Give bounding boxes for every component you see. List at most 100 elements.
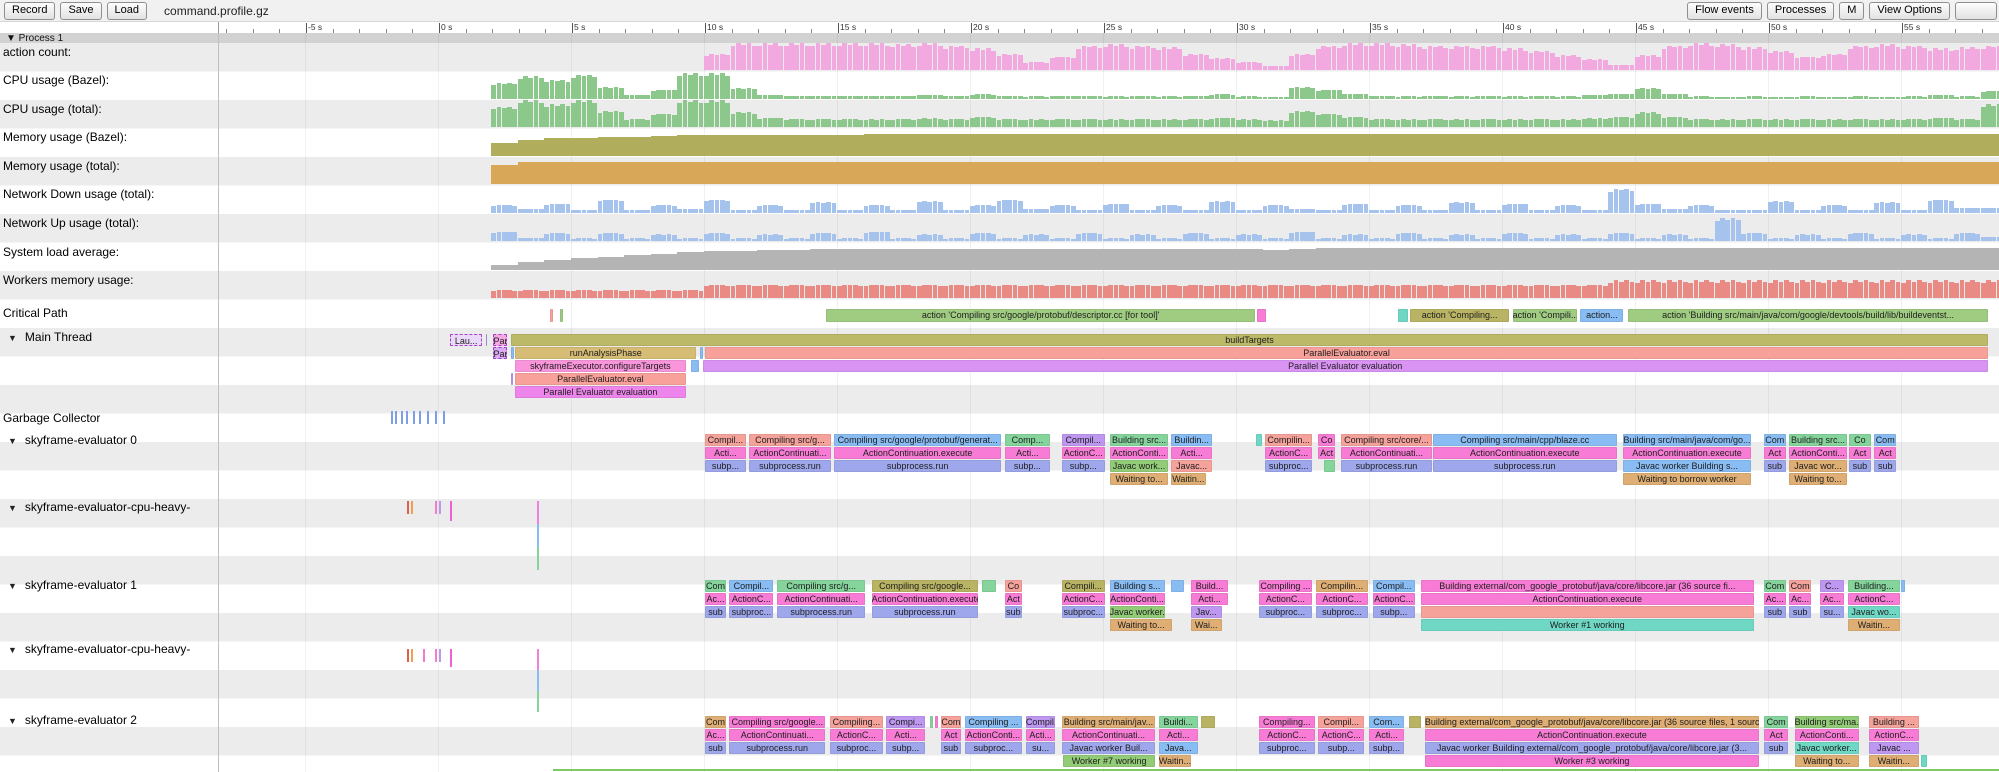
trace-span[interactable]: Buildi... [1159,716,1198,728]
trace-span[interactable]: Acti... [1171,447,1213,459]
trace-span[interactable]: Javac wo... [1848,606,1900,618]
trace-span[interactable]: Building... [1848,580,1900,592]
collapse-arrow-icon[interactable]: ▼ [8,645,17,655]
trace-span[interactable]: Ac... [1789,593,1811,605]
row-label[interactable]: ▼skyframe-evaluator 2 [3,713,137,727]
event-tick[interactable] [411,649,413,662]
trace-span[interactable] [560,309,562,322]
trace-span[interactable] [1921,755,1927,767]
trace-span[interactable]: ActionC... [1062,593,1105,605]
trace-span[interactable]: Com [1764,716,1788,728]
event-tick[interactable] [537,670,539,691]
trace-span[interactable]: Javac worker Building external/com_googl… [1425,742,1759,754]
trace-span[interactable]: Waitin... [1159,755,1191,767]
trace-span[interactable]: Waiting to borrow worker [1623,473,1751,485]
trace-span[interactable]: Javac wor... [1789,460,1847,472]
trace-span[interactable]: action... [1580,309,1623,322]
trace-span[interactable]: ActionContinuation.execute [1425,729,1759,741]
trace-span[interactable]: su... [1026,742,1056,754]
trace-span[interactable]: sub [1764,460,1786,472]
trace-span[interactable]: subproc... [965,742,1023,754]
trace-span[interactable]: Acti... [1191,593,1229,605]
trace-span[interactable]: sub [1764,742,1788,754]
trace-span[interactable]: ParallelEvaluator.eval [705,347,1987,359]
trace-span[interactable]: Building src... [1110,434,1169,446]
trace-span[interactable]: Building external/com_google_protobuf/ja… [1421,580,1754,592]
trace-span[interactable]: Compiling src/google... [729,716,825,728]
trace-span[interactable]: Compil... [705,434,745,446]
trace-span[interactable]: Act [1849,447,1871,459]
trace-span[interactable]: subprocess.run [1433,460,1617,472]
trace-span[interactable]: action 'Compiling src/google/protobuf/de… [826,309,1255,322]
trace-span[interactable]: Par [493,334,508,346]
trace-span[interactable]: Compiling src/google/protobuf/generat... [834,434,1001,446]
trace-span[interactable] [700,347,703,359]
event-tick[interactable] [537,524,539,547]
trace-span[interactable]: sub [1789,606,1811,618]
trace-span[interactable] [486,334,488,346]
trace-span[interactable] [1901,580,1905,592]
trace-span[interactable]: subprocess.run [749,460,830,472]
event-tick[interactable] [411,501,413,514]
trace-span[interactable]: action 'Compiling... [1410,309,1509,322]
trace-span[interactable]: Building external/com_google_protobuf/ja… [1425,716,1759,728]
trace-span[interactable]: Act [1764,729,1788,741]
trace-span[interactable]: ActionC... [1259,729,1315,741]
event-tick[interactable] [435,501,437,514]
trace-span[interactable] [1421,606,1754,618]
trace-span[interactable]: Co [1005,580,1023,592]
trace-span[interactable]: Acti... [886,729,925,741]
trace-span[interactable]: Compiling... [830,716,882,728]
trace-span[interactable]: Comp... [1005,434,1051,446]
trace-span[interactable]: Javac work... [1110,460,1169,472]
row-label[interactable]: ▼skyframe-evaluator 1 [3,578,137,592]
row-label[interactable]: ▼Main Thread [3,330,92,344]
trace-span[interactable]: subproc... [1265,460,1312,472]
trace-span[interactable]: Wai... [1191,619,1222,631]
trace-span[interactable]: subp... [705,460,745,472]
event-tick[interactable] [407,649,409,662]
trace-span[interactable] [511,373,513,385]
event-tick[interactable] [435,411,437,424]
collapse-arrow-icon[interactable]: ▼ [8,716,17,726]
trace-span[interactable]: Compilin... [1316,580,1368,592]
trace-span[interactable] [511,347,514,359]
trace-span[interactable]: Act [1764,447,1786,459]
trace-span[interactable]: skyframeExecutor.configureTargets [515,360,686,372]
trace-span[interactable]: Building src... [1789,434,1847,446]
trace-span[interactable] [1409,716,1421,728]
trace-span[interactable]: Acti... [1005,447,1051,459]
trace-span[interactable]: subprocess.run [729,742,825,754]
trace-span[interactable]: Building src/ma... [1795,716,1859,728]
trace-span[interactable]: Waiting to... [1110,473,1169,485]
trace-span[interactable]: Worker #3 working [1425,755,1759,767]
trace-span[interactable] [1324,460,1335,472]
event-tick[interactable] [537,501,539,524]
trace-span[interactable]: Act [1874,447,1896,459]
trace-span[interactable]: Act [1318,447,1334,459]
trace-span[interactable]: ActionContinuati... [1341,447,1432,459]
trace-span[interactable]: Java... [1159,742,1198,754]
trace-span[interactable]: ActionC... [830,729,882,741]
trace-span[interactable]: Com [1764,580,1786,592]
trace-span[interactable]: subprocess.run [777,606,865,618]
trace-span[interactable]: subproc... [1062,606,1105,618]
trace-span[interactable]: su... [1820,606,1844,618]
trace-span[interactable]: C... [1820,580,1844,592]
trace-span[interactable]: Worker #7 working [1063,755,1155,767]
trace-span[interactable]: subproc... [1259,742,1315,754]
trace-span[interactable]: sub [1005,606,1023,618]
trace-span[interactable]: ParallelEvaluator.eval [515,373,686,385]
trace-span[interactable]: Worker #1 working [1421,619,1754,631]
event-tick[interactable] [537,691,539,712]
trace-span[interactable]: Ac... [705,593,725,605]
trace-span[interactable]: ActionContinuation.execute [1421,593,1754,605]
trace-span[interactable]: ActionC... [1265,447,1312,459]
trace-span[interactable]: ActionC... [1062,447,1105,459]
trace-span[interactable]: Acti... [1369,729,1404,741]
event-tick[interactable] [395,411,397,424]
trace-span[interactable] [1257,309,1265,322]
trace-span[interactable]: Compil... [729,580,773,592]
trace-span[interactable]: subp... [1062,460,1105,472]
event-tick[interactable] [435,649,437,662]
